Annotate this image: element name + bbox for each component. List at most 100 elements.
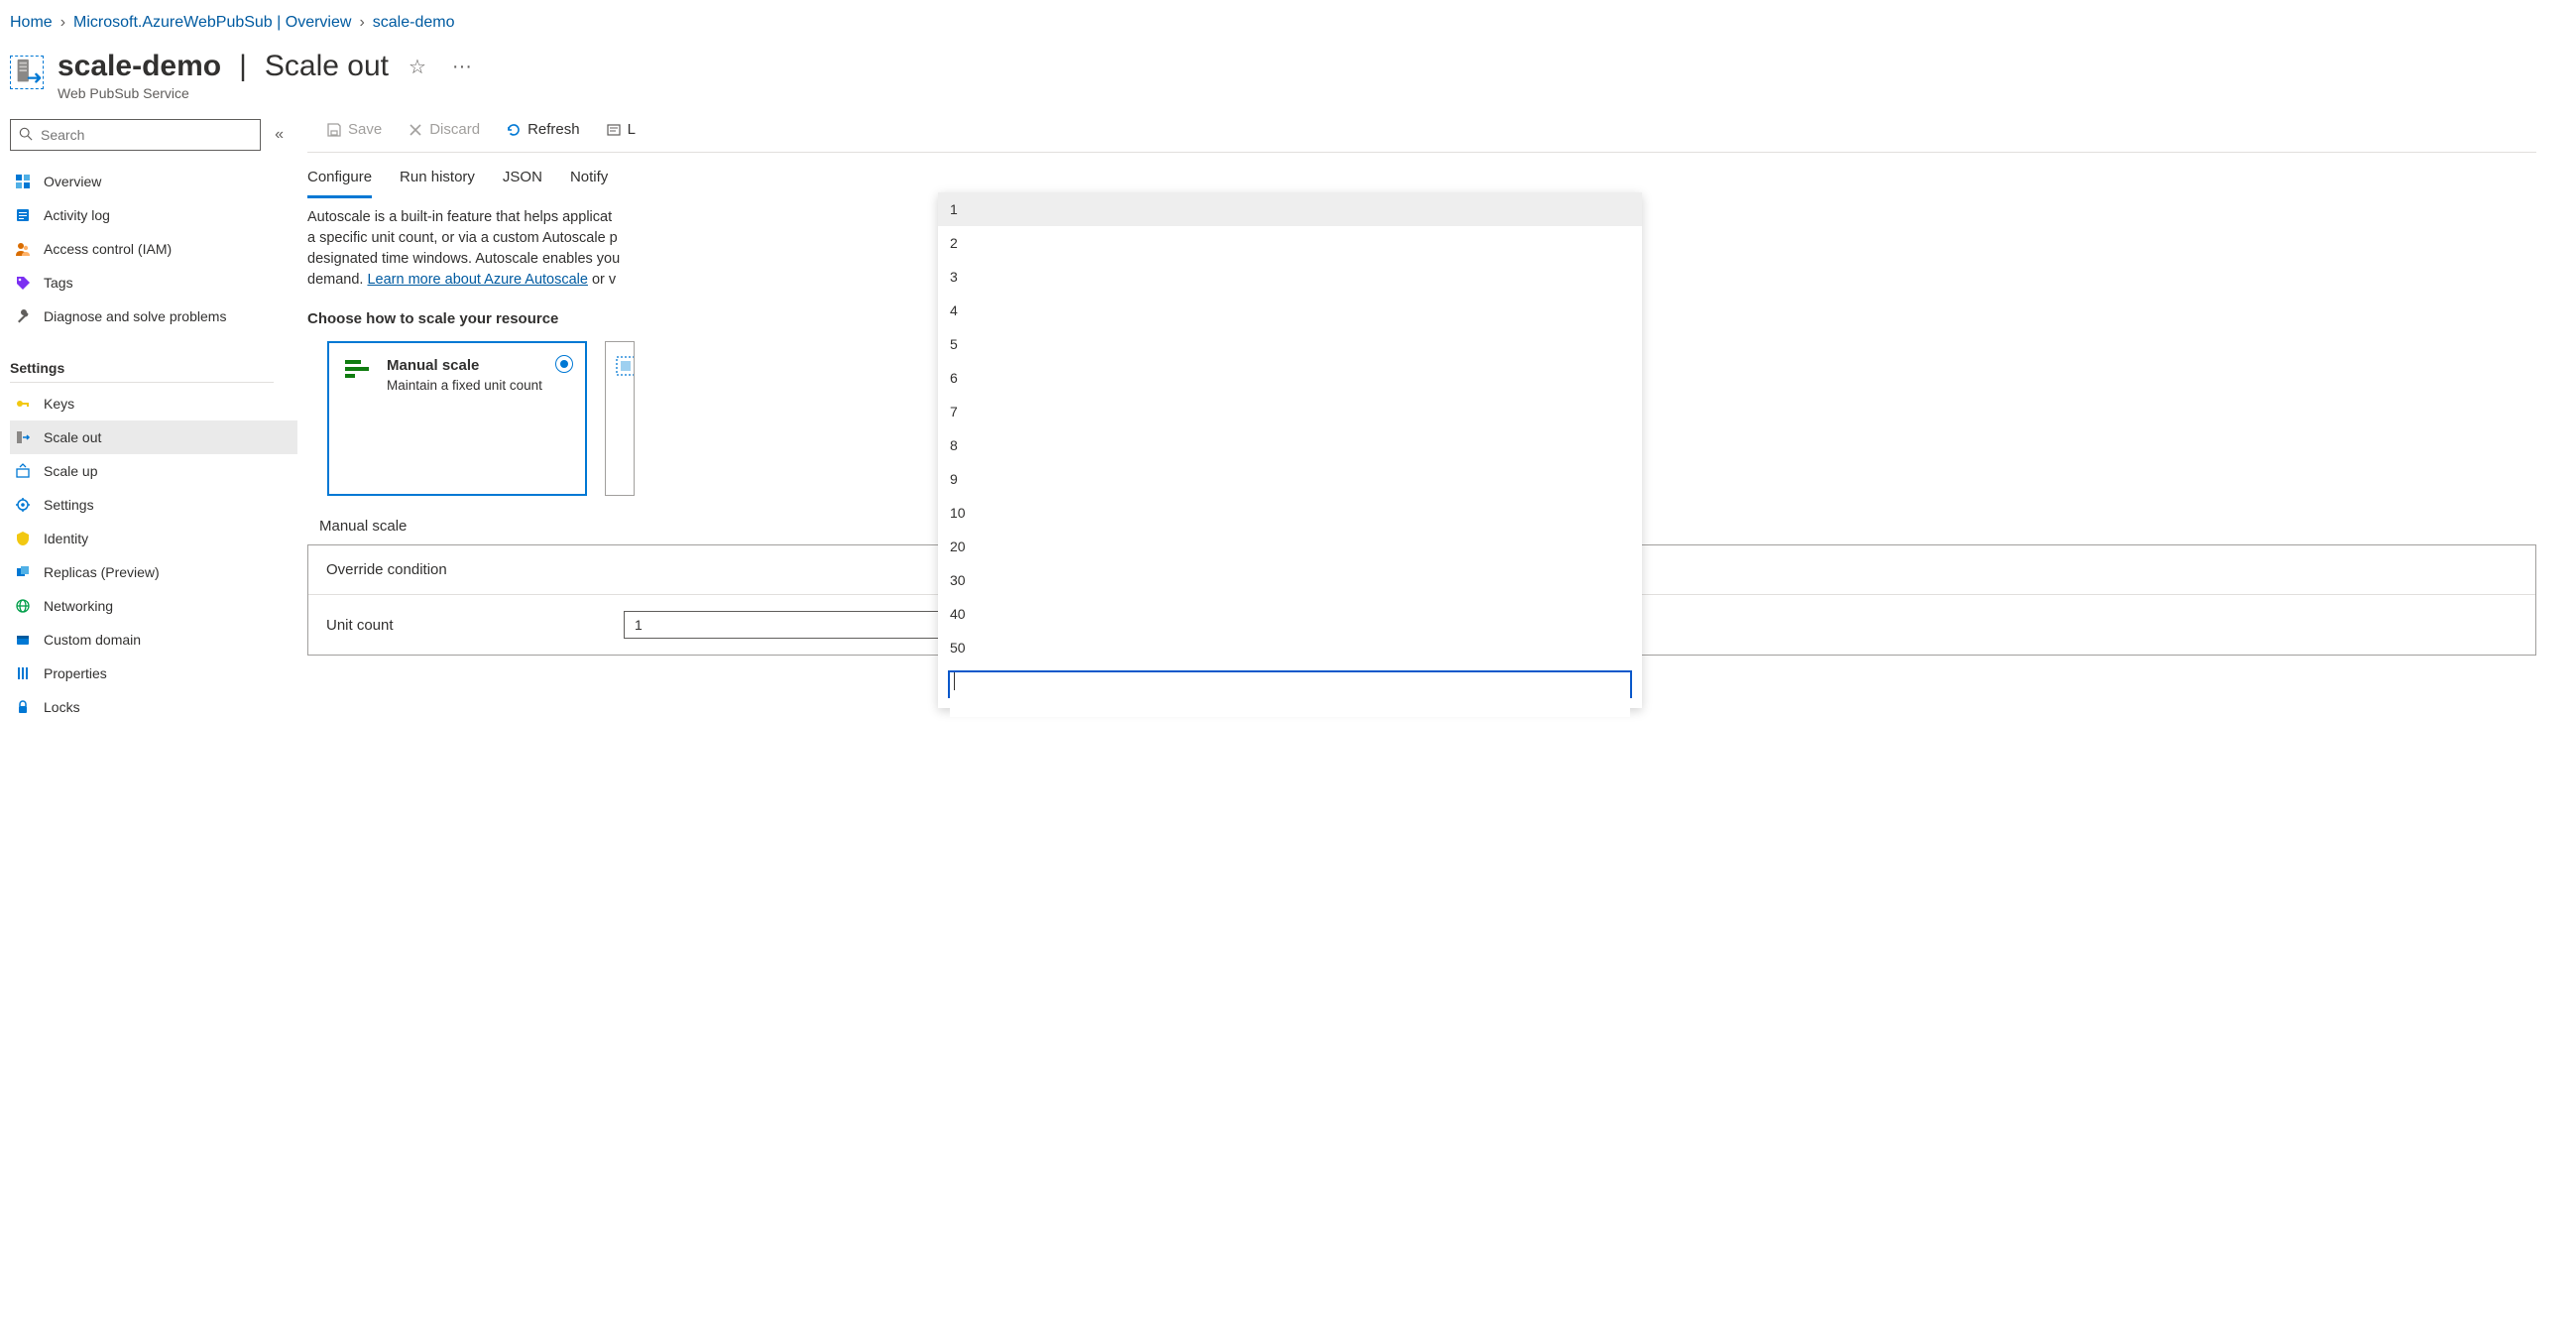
sidebar-item-keys[interactable]: Keys bbox=[10, 387, 297, 420]
sidebar-item-diagnose[interactable]: Diagnose and solve problems bbox=[10, 299, 297, 333]
page-header: scale-demo | Scale out ☆ ··· Web PubSub … bbox=[0, 42, 2576, 119]
refresh-button[interactable]: Refresh bbox=[502, 119, 584, 140]
sidebar-item-label: Locks bbox=[44, 699, 80, 715]
sidebar: « Overview Activity log Access control (… bbox=[0, 119, 297, 737]
more-menu-icon[interactable]: ··· bbox=[446, 54, 478, 80]
sidebar-group-settings: Settings bbox=[10, 346, 274, 383]
sidebar-item-label: Access control (IAM) bbox=[44, 241, 172, 257]
chevron-right-icon: › bbox=[60, 14, 65, 32]
key-icon bbox=[14, 395, 32, 413]
card-desc: Maintain a fixed unit count bbox=[387, 378, 542, 393]
sidebar-item-label: Scale up bbox=[44, 463, 97, 479]
gear-icon bbox=[14, 496, 32, 514]
breadcrumb-current[interactable]: scale-demo bbox=[373, 14, 455, 32]
dropdown-option[interactable]: 10 bbox=[938, 496, 1642, 530]
sidebar-item-networking[interactable]: Networking bbox=[10, 589, 297, 623]
sidebar-item-label: Tags bbox=[44, 275, 73, 291]
sidebar-search[interactable] bbox=[10, 119, 261, 151]
unit-count-value: 1 bbox=[635, 617, 643, 633]
replicas-icon bbox=[14, 563, 32, 581]
dropdown-option[interactable]: 3 bbox=[938, 260, 1642, 294]
dropdown-option[interactable]: 7 bbox=[938, 395, 1642, 428]
sidebar-item-identity[interactable]: Identity bbox=[10, 522, 297, 555]
save-button[interactable]: Save bbox=[322, 119, 386, 140]
wrench-icon bbox=[14, 307, 32, 325]
dropdown-option-list: 1234567891020304050 bbox=[938, 192, 1642, 664]
overview-icon bbox=[14, 173, 32, 190]
dropdown-option[interactable]: 30 bbox=[938, 563, 1642, 597]
collapse-sidebar-icon[interactable]: « bbox=[271, 126, 288, 144]
sidebar-item-label: Custom domain bbox=[44, 632, 141, 648]
dropdown-option[interactable]: 8 bbox=[938, 428, 1642, 462]
sidebar-item-overview[interactable]: Overview bbox=[10, 165, 297, 198]
resource-type-label: Web PubSub Service bbox=[58, 85, 478, 101]
discard-button[interactable]: Discard bbox=[404, 119, 484, 140]
sidebar-item-label: Overview bbox=[44, 174, 101, 189]
page-title: scale-demo bbox=[58, 50, 221, 83]
search-icon bbox=[19, 127, 33, 144]
sidebar-item-settings[interactable]: Settings bbox=[10, 488, 297, 522]
sidebar-item-properties[interactable]: Properties bbox=[10, 657, 297, 690]
main-content: Save Discard Refresh L Configure Run his… bbox=[297, 119, 2576, 737]
domain-icon bbox=[14, 631, 32, 649]
chevron-right-icon: › bbox=[359, 14, 364, 32]
sidebar-item-label: Properties bbox=[44, 665, 107, 681]
sidebar-item-replicas[interactable]: Replicas (Preview) bbox=[10, 555, 297, 589]
sidebar-item-scale-out[interactable]: Scale out bbox=[10, 420, 297, 454]
scale-out-icon bbox=[14, 428, 32, 446]
unit-count-dropdown-popup: 1234567891020304050 bbox=[938, 192, 1642, 708]
sidebar-nav-settings: Keys Scale out Scale up Settings Identit… bbox=[10, 387, 297, 724]
dropdown-filter[interactable] bbox=[948, 670, 1632, 698]
sidebar-item-iam[interactable]: Access control (IAM) bbox=[10, 232, 297, 266]
tab-run-history[interactable]: Run history bbox=[400, 161, 475, 197]
log-icon bbox=[14, 206, 32, 224]
sidebar-item-locks[interactable]: Locks bbox=[10, 690, 297, 724]
sidebar-item-scale-up[interactable]: Scale up bbox=[10, 454, 297, 488]
resource-icon bbox=[10, 56, 44, 89]
sidebar-item-custom-domain[interactable]: Custom domain bbox=[10, 623, 297, 657]
dropdown-filter-input[interactable] bbox=[950, 693, 1630, 717]
breadcrumb-home[interactable]: Home bbox=[10, 14, 53, 32]
custom-autoscale-card[interactable] bbox=[605, 341, 635, 496]
tabs: Configure Run history JSON Notify bbox=[307, 153, 2536, 197]
sidebar-nav-top: Overview Activity log Access control (IA… bbox=[10, 165, 297, 333]
search-input[interactable] bbox=[39, 126, 252, 144]
tag-icon bbox=[14, 274, 32, 292]
sidebar-item-label: Activity log bbox=[44, 207, 110, 223]
sidebar-item-tags[interactable]: Tags bbox=[10, 266, 297, 299]
learn-more-link[interactable]: Learn more about Azure Autoscale bbox=[367, 272, 587, 288]
dropdown-option[interactable]: 5 bbox=[938, 327, 1642, 361]
logs-button[interactable]: L bbox=[602, 119, 640, 140]
dropdown-option[interactable]: 50 bbox=[938, 631, 1642, 664]
page-section: Scale out bbox=[265, 50, 389, 83]
dropdown-option[interactable]: 4 bbox=[938, 294, 1642, 327]
dropdown-option[interactable]: 6 bbox=[938, 361, 1642, 395]
breadcrumb: Home › Microsoft.AzureWebPubSub | Overvi… bbox=[0, 0, 2576, 42]
sidebar-item-label: Replicas (Preview) bbox=[44, 564, 160, 580]
radio-selected-icon bbox=[555, 355, 573, 373]
sidebar-item-label: Networking bbox=[44, 598, 113, 614]
logs-icon bbox=[606, 122, 622, 138]
sidebar-item-label: Settings bbox=[44, 497, 94, 513]
save-icon bbox=[326, 122, 342, 138]
dropdown-option[interactable]: 20 bbox=[938, 530, 1642, 563]
close-icon bbox=[408, 122, 423, 138]
breadcrumb-parent[interactable]: Microsoft.AzureWebPubSub | Overview bbox=[73, 14, 351, 32]
manual-scale-card[interactable]: Manual scale Maintain a fixed unit count bbox=[327, 341, 587, 496]
tab-configure[interactable]: Configure bbox=[307, 161, 372, 198]
card-title: Manual scale bbox=[387, 357, 542, 374]
dropdown-option[interactable]: 2 bbox=[938, 226, 1642, 260]
dropdown-option[interactable]: 9 bbox=[938, 462, 1642, 496]
sidebar-item-label: Identity bbox=[44, 531, 88, 546]
sidebar-item-label: Scale out bbox=[44, 429, 101, 445]
tab-notify[interactable]: Notify bbox=[570, 161, 608, 197]
dropdown-option[interactable]: 1 bbox=[938, 192, 1642, 226]
dropdown-option[interactable]: 40 bbox=[938, 597, 1642, 631]
identity-icon bbox=[14, 530, 32, 547]
refresh-icon bbox=[506, 122, 522, 138]
tab-json[interactable]: JSON bbox=[503, 161, 542, 197]
person-icon bbox=[14, 240, 32, 258]
favorite-star-icon[interactable]: ☆ bbox=[403, 53, 432, 81]
sidebar-item-activity-log[interactable]: Activity log bbox=[10, 198, 297, 232]
manual-scale-icon bbox=[343, 357, 375, 381]
